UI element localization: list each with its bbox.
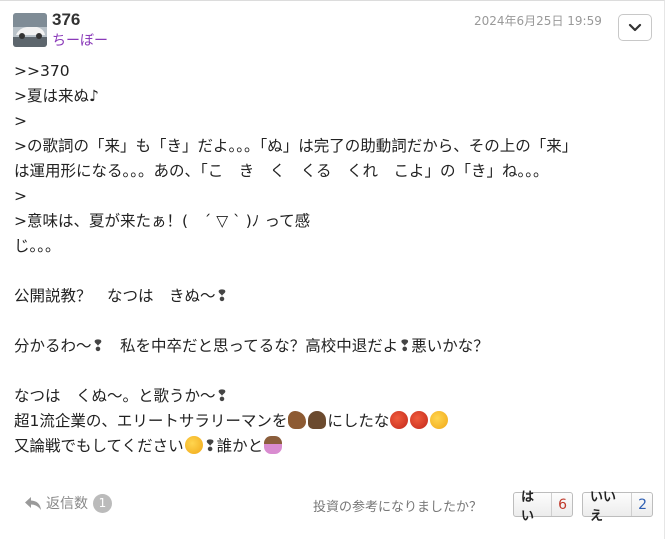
body-text-fragment: 又論戦でもしてください — [14, 437, 184, 455]
angry-face-icon — [390, 411, 409, 429]
body-line: 公開説教？ なつは きぬ〜❢ — [14, 284, 654, 309]
post-timestamp: 2024年6月25日 19:59 — [474, 14, 602, 28]
vote-yes-count: 6 — [558, 496, 567, 513]
body-text-fragment: 公開説教？ なつは きぬ〜 — [14, 287, 216, 305]
post-number: 376 — [52, 10, 81, 29]
body-line — [14, 309, 654, 334]
body-line: 又論戦でもしてください ❢誰かと — [14, 434, 654, 459]
dog-icon — [308, 411, 327, 429]
angry-face-icon — [410, 411, 429, 429]
horse-icon — [288, 411, 307, 429]
body-line: >意味は、夏が来たぁ！( ´ ▽ ` )ﾉ って感 — [14, 212, 311, 230]
reply-button[interactable]: 返信数 1 — [24, 493, 112, 513]
post-body: >>370 >夏は来ぬ♪ > >の歌詞の「来」も「き」だよ。。。「ぬ」は完了の助… — [14, 59, 654, 459]
body-line: >夏は来ぬ♪ — [14, 87, 99, 105]
exclamation-icon: ❢ — [215, 287, 229, 305]
vote-no-button[interactable]: いいえ 2 — [582, 490, 653, 524]
reply-label: 返信数 — [46, 496, 88, 512]
body-line: じ。。。 — [14, 237, 61, 255]
exclamation-icon: ❢ — [215, 387, 229, 405]
reply-count-badge: 1 — [93, 493, 112, 513]
reply-arrow-icon — [25, 496, 41, 510]
helpful-question: 投資の参考になりましたか？ — [313, 500, 483, 515]
body-text-fragment: にしたな — [327, 412, 390, 430]
body-line: なつは くぬ〜。と歌うか〜❢ — [14, 384, 654, 409]
exclamation-icon: ❢ — [91, 337, 105, 355]
person-raising-hand-icon — [264, 436, 283, 454]
grinning-tongue-icon — [430, 411, 449, 429]
post-menu-button[interactable] — [618, 14, 652, 41]
body-text-fragment: 悪いかな？ — [411, 337, 489, 355]
body-text-fragment: 分かるわ〜 — [14, 337, 92, 355]
exclamation-icon: ❢ — [398, 337, 412, 355]
vote-yes-button[interactable]: はい 6 — [513, 490, 573, 524]
post-card: 376 ちーぼー 2024年6月25日 19:59 >>370 >夏は来ぬ♪ >… — [0, 0, 665, 539]
chevron-down-icon — [628, 23, 642, 31]
body-text-fragment: なつは くぬ〜。と歌うか〜 — [14, 387, 216, 405]
body-text-fragment: 超1流企業の、エリートサラリーマンを — [14, 412, 288, 430]
body-line: >の歌詞の「来」も「き」だよ。。。「ぬ」は完了の助動詞だから、その上の「来」 — [14, 137, 578, 155]
vote-no-count: 2 — [638, 496, 647, 513]
body-line — [14, 259, 654, 284]
body-text-fragment: 誰かと — [216, 437, 264, 455]
smiling-face-icon — [184, 436, 203, 454]
body-text-fragment: 私を中卒だと思ってるな？高校中退だよ — [104, 337, 399, 355]
body-line: > — [14, 187, 27, 205]
body-line: は運用形になる。。。あの、「こ き く くる くれ こよ」の「き」ね。。。 — [14, 162, 549, 180]
vote-yes-label: はい — [514, 490, 553, 524]
avatar[interactable] — [13, 13, 47, 47]
username[interactable]: ちーぼー — [52, 30, 108, 50]
body-line: 分かるわ〜❢ 私を中卒だと思ってるな？高校中退だよ❢悪いかな？ — [14, 334, 654, 359]
body-line: 超1流企業の、エリートサラリーマンを にしたな — [14, 409, 654, 434]
body-line — [14, 359, 654, 384]
body-line: >>370 — [14, 62, 70, 80]
exclamation-icon: ❢ — [203, 437, 217, 455]
vote-no-label: いいえ — [583, 490, 633, 524]
body-line: > — [14, 112, 27, 130]
